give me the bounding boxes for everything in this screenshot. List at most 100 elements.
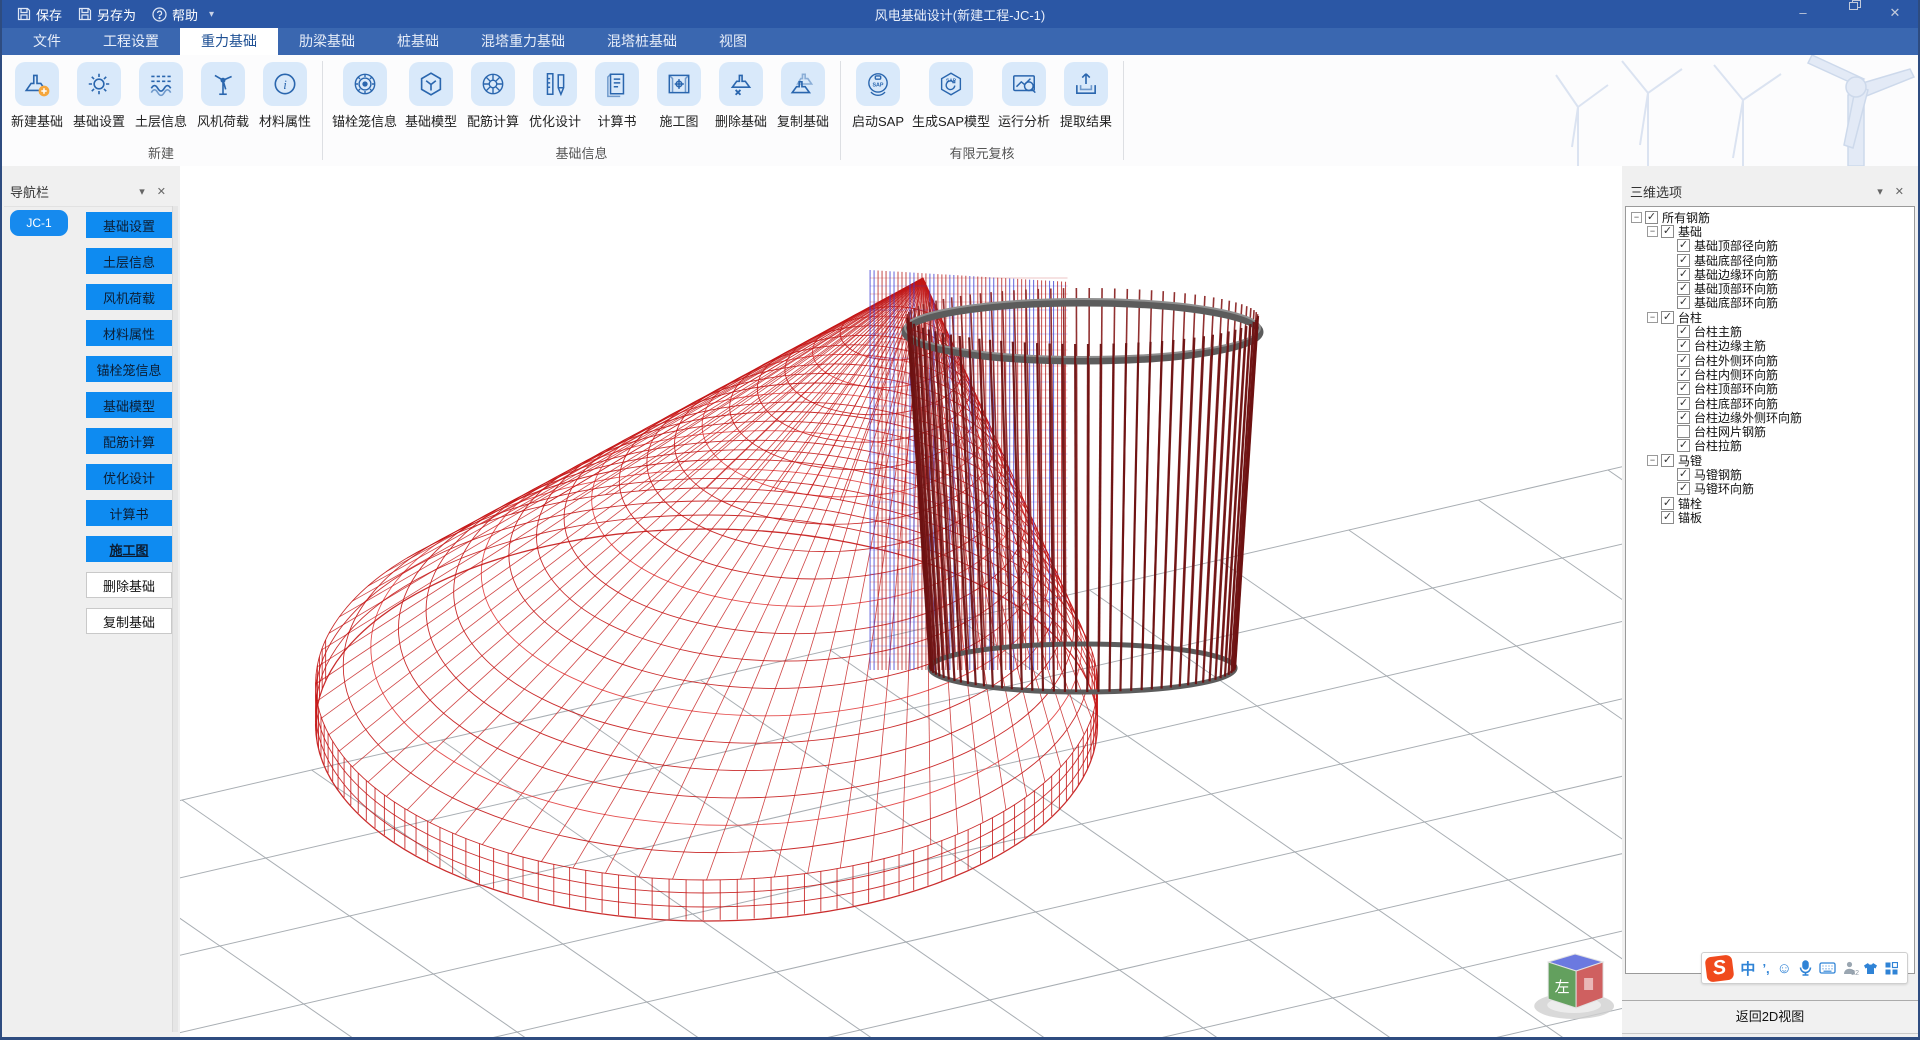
tree-item-all-rebar[interactable]: −✓所有钢筋	[1626, 210, 1914, 224]
extract-results-button[interactable]: 提取结果	[1058, 62, 1114, 130]
checkbox[interactable]: ✓	[1677, 439, 1690, 452]
foundation-model-button[interactable]: 基础模型	[403, 62, 459, 130]
checkbox[interactable]: ✓	[1661, 497, 1674, 510]
nav-delete-foundation-button[interactable]: 删除基础	[86, 572, 172, 598]
checkbox[interactable]: ✓	[1677, 382, 1690, 395]
delete-foundation-button[interactable]: 删除基础	[713, 62, 769, 130]
material-properties-button[interactable]: i 材料属性	[257, 62, 313, 130]
nav-panel-scrollbar[interactable]	[172, 206, 178, 1032]
ime-passport-icon[interactable]: 22	[1843, 961, 1856, 975]
anchor-cage-info-button[interactable]: 锚栓笼信息	[332, 62, 397, 130]
back-to-2d-button[interactable]: 返回2D视图	[1622, 1000, 1918, 1034]
tree-item[interactable]: ✓马镫钢筋	[1626, 467, 1914, 481]
ime-punctuation-icon[interactable]: ’,	[1762, 961, 1769, 976]
rebar-calculation-button[interactable]: 配筋计算	[465, 62, 521, 130]
checkbox[interactable]: ✓	[1661, 225, 1674, 238]
options-panel-close-icon[interactable]: ✕	[1889, 185, 1910, 198]
tab-gravity-foundation[interactable]: 重力基础	[180, 28, 278, 55]
nav-material-button[interactable]: 材料属性	[86, 320, 172, 346]
collapse-toggle-icon[interactable]: −	[1647, 455, 1658, 466]
minimize-button[interactable]: –	[1780, 0, 1826, 26]
checkbox[interactable]: ✓	[1677, 296, 1690, 309]
nav-construction-drawing-button[interactable]: 施工图	[86, 536, 172, 562]
nav-rebar-calc-button[interactable]: 配筋计算	[86, 428, 172, 454]
restore-button[interactable]	[1826, 0, 1872, 26]
checkbox[interactable]: ✓	[1677, 239, 1690, 252]
generate-sap-model-button[interactable]: SAP 生成SAP模型	[912, 62, 990, 130]
tab-hybrid-gravity-foundation[interactable]: 混塔重力基础	[460, 28, 586, 55]
launch-sap-button[interactable]: SAP 启动SAP	[850, 62, 906, 130]
checkbox[interactable]: ✓	[1677, 268, 1690, 281]
checkbox[interactable]: ✓	[1677, 482, 1690, 495]
soil-layer-info-button[interactable]: 土层信息	[133, 62, 189, 130]
nav-anchor-cage-button[interactable]: 锚栓笼信息	[86, 356, 172, 382]
nav-panel-collapse-icon[interactable]: ▾	[133, 185, 151, 198]
new-foundation-button[interactable]: 新建基础	[9, 62, 65, 130]
tab-hybrid-pile-foundation[interactable]: 混塔桩基础	[586, 28, 698, 55]
nav-turbine-load-button[interactable]: 风机荷载	[86, 284, 172, 310]
checkbox[interactable]: ✓	[1677, 397, 1690, 410]
checkbox[interactable]: ✓	[1677, 325, 1690, 338]
nav-soil-layer-button[interactable]: 土层信息	[86, 248, 172, 274]
group-label-fem-check: 有限元复核	[847, 137, 1117, 165]
collapse-toggle-icon[interactable]: −	[1631, 212, 1642, 223]
collapse-toggle-icon[interactable]: −	[1647, 312, 1658, 323]
quick-access-caret-icon[interactable]: ▾	[209, 9, 214, 20]
close-button[interactable]: ✕	[1872, 0, 1918, 26]
tree-item-pedestal[interactable]: −✓台柱	[1626, 310, 1914, 324]
tab-rib-beam-foundation[interactable]: 肋梁基础	[278, 28, 376, 55]
checkbox[interactable]: ✓	[1677, 368, 1690, 381]
tab-pile-foundation[interactable]: 桩基础	[376, 28, 460, 55]
ime-toolbox-icon[interactable]	[1885, 962, 1898, 975]
collapse-toggle-icon[interactable]: −	[1647, 226, 1658, 237]
checkbox[interactable]: ✓	[1661, 454, 1674, 467]
nav-foundation-settings-button[interactable]: 基础设置	[86, 212, 172, 238]
ime-emoji-icon[interactable]: ☺	[1777, 960, 1792, 977]
tree-item[interactable]: ✓台柱边缘外侧环向筋	[1626, 410, 1914, 424]
sogou-logo-icon[interactable]: S	[1705, 954, 1735, 982]
nav-foundation-model-button[interactable]: 基础模型	[86, 392, 172, 418]
checkbox[interactable]: ✓	[1677, 254, 1690, 267]
checkbox[interactable]: ✓	[1661, 511, 1674, 524]
tree-item-stirrup[interactable]: −✓马镫	[1626, 453, 1914, 467]
checkbox[interactable]: ✓	[1661, 311, 1674, 324]
tree-item-anchor-bolt[interactable]: ✓锚栓	[1626, 496, 1914, 510]
save-as-button[interactable]: 另存为	[73, 0, 141, 28]
tab-project-settings[interactable]: 工程设置	[82, 28, 180, 55]
nav-optimize-button[interactable]: 优化设计	[86, 464, 172, 490]
checkbox[interactable]: ✓	[1677, 468, 1690, 481]
turbine-load-button[interactable]: 风机荷载	[195, 62, 251, 130]
tree-item[interactable]: ✓台柱主筋	[1626, 324, 1914, 338]
ime-microphone-icon[interactable]	[1799, 960, 1812, 976]
tree-item-anchor-plate[interactable]: ✓锚板	[1626, 510, 1914, 524]
save-button[interactable]: 保存	[12, 0, 67, 28]
options-panel-collapse-icon[interactable]: ▾	[1871, 185, 1889, 198]
optimize-design-button[interactable]: 优化设计	[527, 62, 583, 130]
nav-panel-close-icon[interactable]: ✕	[151, 185, 172, 198]
checkbox[interactable]: ✓	[1677, 354, 1690, 367]
ime-keyboard-icon[interactable]	[1819, 962, 1836, 974]
help-button[interactable]: 帮助	[147, 0, 203, 28]
checkbox[interactable]: ✓	[1677, 411, 1690, 424]
nav-copy-foundation-button[interactable]: 复制基础	[86, 608, 172, 634]
viewport-3d[interactable]: 左	[180, 166, 1622, 1037]
construction-drawing-button[interactable]: 施工图	[651, 62, 707, 130]
tree-item[interactable]: ✓马镫环向筋	[1626, 482, 1914, 496]
checkbox[interactable]	[1677, 425, 1690, 438]
copy-foundation-button[interactable]: 复制基础	[775, 62, 831, 130]
ime-skin-icon[interactable]	[1863, 962, 1878, 975]
calculation-report-button[interactable]: 计算书	[589, 62, 645, 130]
tree-item[interactable]: ✓台柱拉筋	[1626, 439, 1914, 453]
foundation-settings-button[interactable]: 基础设置	[71, 62, 127, 130]
ime-chinese-mode-icon[interactable]: 中	[1740, 958, 1755, 979]
checkbox[interactable]: ✓	[1677, 282, 1690, 295]
checkbox[interactable]: ✓	[1677, 339, 1690, 352]
tree-item-mesh-rebar-unchecked[interactable]: 台柱网片钢筋	[1626, 424, 1914, 438]
tab-file[interactable]: 文件	[12, 28, 82, 55]
project-tab-jc1[interactable]: JC-1	[10, 210, 68, 236]
nav-calc-report-button[interactable]: 计算书	[86, 500, 172, 526]
tab-view[interactable]: 视图	[698, 28, 768, 55]
tree-item[interactable]: ✓基础底部环向筋	[1626, 296, 1914, 310]
checkbox[interactable]: ✓	[1645, 211, 1658, 224]
run-analysis-button[interactable]: 运行分析	[996, 62, 1052, 130]
